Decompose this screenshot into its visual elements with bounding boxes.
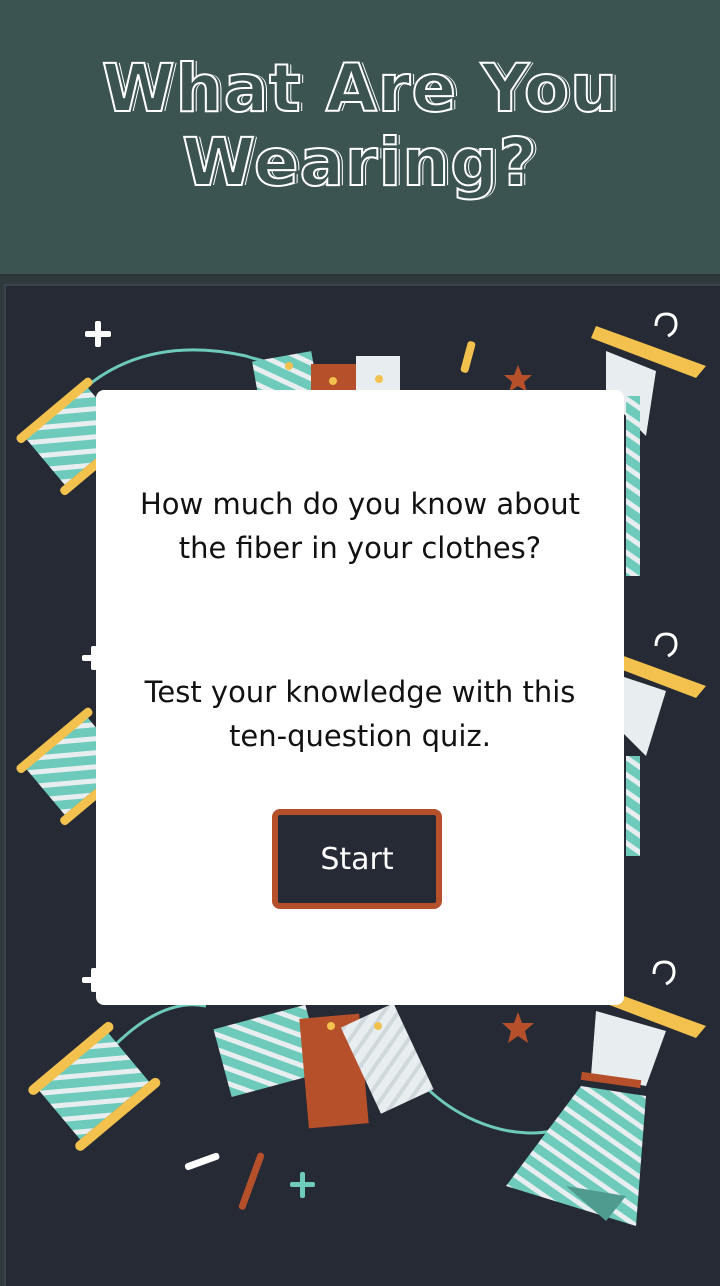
star-icon (504, 365, 532, 392)
intro-description: Test your knowledge with this ten-questi… (144, 675, 576, 753)
confetti-dash (238, 1152, 265, 1210)
start-button[interactable]: Start (272, 809, 442, 909)
star-icon (502, 1012, 534, 1043)
confetti-dash (460, 341, 476, 373)
intro-card: How much do you know about the fiber in … (96, 390, 624, 1005)
fabric-swatch (213, 1003, 434, 1129)
header-banner: What Are You Wearing? (0, 0, 720, 276)
intro-question: How much do you know about the fiber in … (139, 487, 581, 565)
sparkle-icon (85, 321, 111, 347)
page-title: What Are You Wearing? (101, 50, 619, 201)
spool-icon (28, 1021, 161, 1151)
confetti-dash (184, 1152, 220, 1171)
sparkle-icon (290, 1172, 315, 1198)
